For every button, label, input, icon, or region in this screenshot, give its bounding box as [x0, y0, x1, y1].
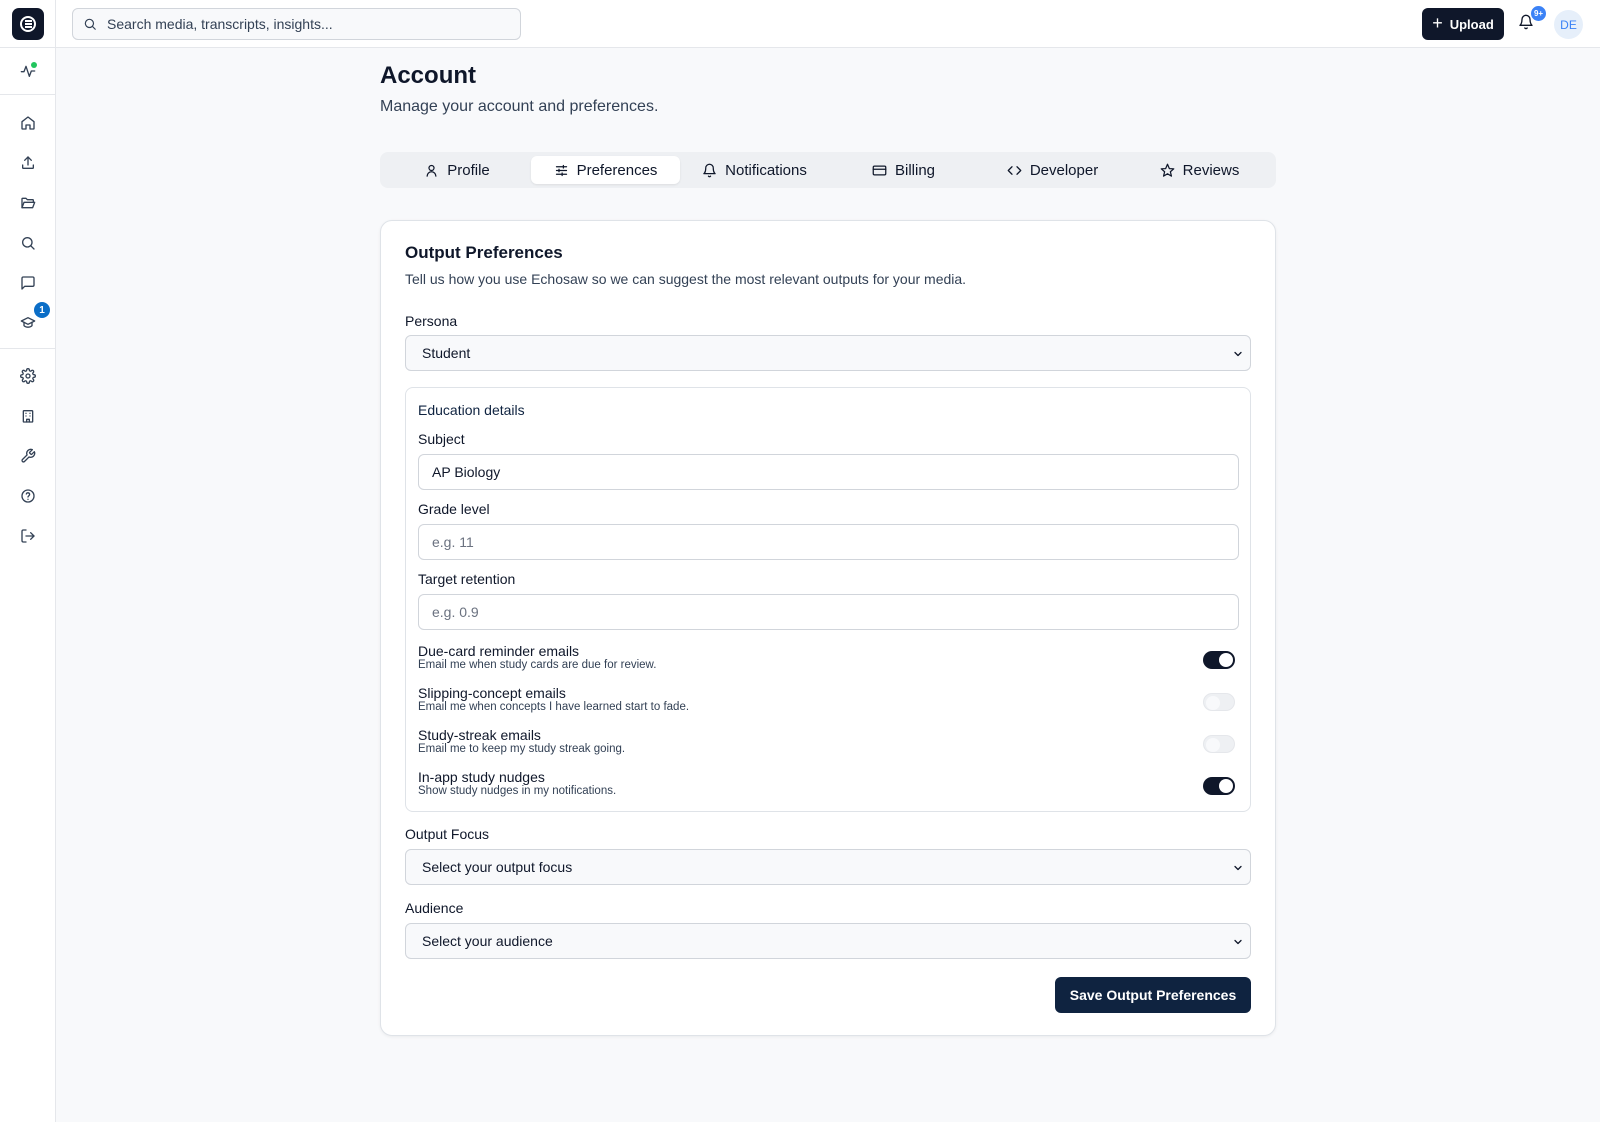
tab-preferences[interactable]: Preferences	[531, 156, 680, 184]
persona-value: Student	[422, 345, 471, 361]
chevron-down-icon	[1232, 861, 1244, 873]
persona-label: Persona	[405, 313, 458, 329]
gear-icon[interactable]	[18, 366, 38, 386]
tab-label: Preferences	[576, 161, 658, 179]
chevron-down-icon	[1232, 935, 1244, 947]
message-square-icon[interactable]	[18, 273, 38, 293]
tab-notifications[interactable]: Notifications	[680, 156, 829, 184]
education-details-heading: Education details	[418, 402, 525, 418]
user-icon	[426, 164, 437, 177]
tab-profile[interactable]: Profile	[384, 156, 530, 184]
toggle-knob	[1206, 738, 1220, 752]
education-details-panel: Education details Subject AP Biology Gra…	[405, 387, 1251, 812]
toggle-description: Email me to keep my study streak going.	[418, 743, 626, 755]
sidebar: 1	[0, 0, 56, 1122]
tab-label: Profile	[447, 161, 490, 179]
notification-count-badge: 9+	[1530, 5, 1547, 22]
study-badge: 1	[34, 302, 50, 318]
toggle-knob	[1219, 779, 1233, 793]
tab-billing[interactable]: Billing	[829, 156, 978, 184]
toggle-title: Study-streak emails	[418, 727, 541, 743]
tab-label: Billing	[894, 161, 936, 179]
home-icon[interactable]	[18, 113, 38, 133]
upload-icon[interactable]	[18, 153, 38, 173]
upload-label: Upload	[1449, 16, 1494, 32]
code-icon	[1007, 165, 1022, 175]
toggle-knob	[1206, 696, 1220, 710]
tab-label: Reviews	[1182, 161, 1240, 179]
chevron-down-icon	[1232, 347, 1244, 359]
toggle-title: Slipping-concept emails	[418, 685, 566, 701]
wrench-icon[interactable]	[18, 446, 38, 466]
study-streak-toggle[interactable]	[1203, 735, 1235, 753]
bell-icon	[703, 163, 716, 177]
plus-icon: +	[1432, 13, 1443, 33]
save-output-preferences-button[interactable]: Save Output Preferences	[1055, 977, 1251, 1013]
sliders-icon	[555, 164, 567, 176]
output-preferences-card: Output Preferences Tell us how you use E…	[380, 220, 1276, 1036]
audience-label: Audience	[405, 900, 464, 916]
toggle-knob	[1219, 653, 1233, 667]
tab-reviews[interactable]: Reviews	[1127, 156, 1272, 184]
tab-developer[interactable]: Developer	[978, 156, 1127, 184]
avatar[interactable]: DE	[1554, 10, 1583, 39]
tab-label: Notifications	[725, 161, 807, 179]
sidebar-divider	[0, 348, 56, 349]
app-logo[interactable]	[12, 8, 44, 40]
top-bar: Search media, transcripts, insights... +…	[56, 0, 1600, 48]
sidebar-divider	[0, 94, 56, 95]
in-app-nudges-toggle[interactable]	[1203, 777, 1235, 795]
account-tabs: Profile Preferences Notifications Billin…	[380, 152, 1276, 188]
search-placeholder: Search media, transcripts, insights...	[107, 16, 333, 32]
tab-label: Developer	[1029, 161, 1099, 179]
output-focus-select[interactable]: Select your output focus	[405, 849, 1251, 885]
graduation-cap-icon[interactable]	[18, 313, 38, 333]
grade-level-label: Grade level	[418, 501, 490, 517]
card-description: Tell us how you use Echosaw so we can su…	[405, 271, 967, 287]
help-circle-icon[interactable]	[18, 486, 38, 506]
upload-button[interactable]: + Upload	[1422, 8, 1504, 40]
grade-level-field[interactable]: e.g. 11	[418, 524, 1239, 560]
output-focus-label: Output Focus	[405, 826, 490, 842]
page-subtitle: Manage your account and preferences.	[380, 98, 659, 115]
subject-field[interactable]: AP Biology	[418, 454, 1239, 490]
search-icon[interactable]	[18, 233, 38, 253]
subject-label: Subject	[418, 431, 465, 447]
output-focus-value: Select your output focus	[422, 859, 573, 875]
credit-card-icon	[872, 165, 887, 175]
star-icon	[1160, 163, 1175, 177]
toggle-description: Email me when concepts I have learned st…	[418, 701, 690, 713]
toggle-title: Due-card reminder emails	[418, 643, 580, 659]
target-retention-field[interactable]: e.g. 0.9	[418, 594, 1239, 630]
folder-open-icon[interactable]	[18, 193, 38, 213]
log-out-icon[interactable]	[18, 526, 38, 546]
audience-value: Select your audience	[422, 933, 553, 949]
target-retention-label: Target retention	[418, 571, 516, 587]
logo-mark-icon	[20, 16, 36, 32]
sidebar-divider	[0, 47, 56, 48]
persona-select[interactable]: Student	[405, 335, 1251, 371]
toggle-description: Show study nudges in my notifications.	[418, 785, 617, 797]
due-card-reminder-toggle[interactable]	[1203, 651, 1235, 669]
toggle-description: Email me when study cards are due for re…	[418, 659, 657, 671]
card-title: Output Preferences	[405, 243, 563, 262]
search-input[interactable]: Search media, transcripts, insights...	[72, 8, 521, 40]
toggle-title: In-app study nudges	[418, 769, 545, 785]
slipping-concept-toggle[interactable]	[1203, 693, 1235, 711]
page-title: Account	[380, 62, 476, 89]
search-icon	[84, 18, 96, 30]
status-dot	[31, 62, 37, 68]
audience-select[interactable]: Select your audience	[405, 923, 1251, 959]
building-icon[interactable]	[18, 406, 38, 426]
